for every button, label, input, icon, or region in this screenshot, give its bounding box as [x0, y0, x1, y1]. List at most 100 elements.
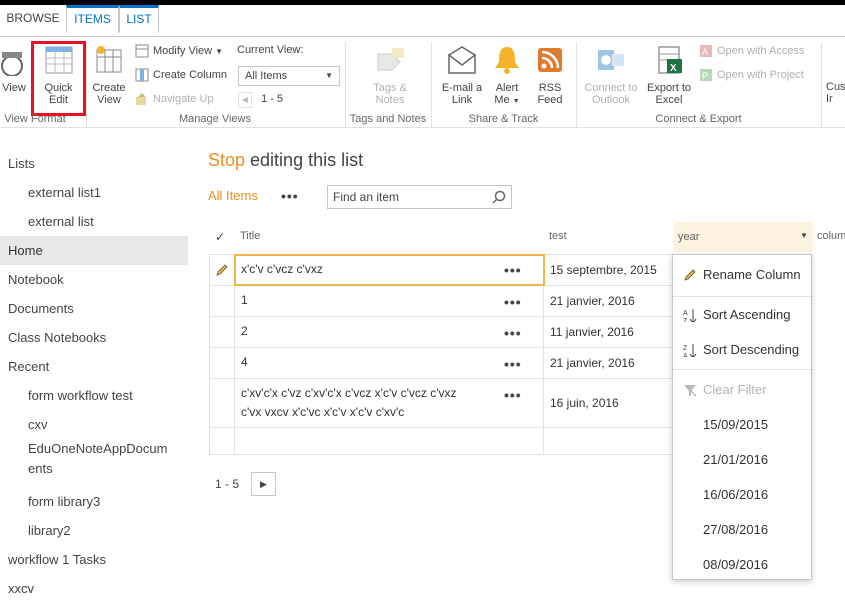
create-view-button[interactable]: Create View [89, 44, 129, 106]
open-access-label: Open with Access [717, 45, 805, 57]
nav-item-workflow-tasks[interactable]: workflow 1 Tasks [0, 545, 188, 574]
filter-value-item[interactable]: 08/09/2016 [673, 551, 811, 579]
nav-item-eduonenote-line1[interactable]: EduOneNoteAppDocum [0, 439, 188, 459]
grid-line [209, 427, 672, 428]
row-3-more-icon[interactable]: ••• [504, 325, 522, 341]
paging-prev-icon[interactable]: ◀ [238, 92, 252, 108]
row-4-more-icon[interactable]: ••• [504, 356, 522, 372]
nav-item-external-list[interactable]: external list [0, 207, 188, 236]
pencil-icon [684, 269, 696, 281]
menu-sort-descending[interactable]: ZA Sort Descending [673, 336, 811, 364]
page-title-rest: editing this list [245, 150, 364, 170]
nav-item-documents[interactable]: Documents [0, 294, 188, 323]
filter-value-item[interactable]: 27/08/2016 [673, 516, 811, 544]
nav-item-library2[interactable]: library2 [0, 516, 188, 545]
nav-item-cxv[interactable]: cxv [0, 410, 188, 439]
paging-next-icon[interactable]: ▶ [251, 472, 276, 496]
column-header-test[interactable]: test [549, 230, 567, 242]
edit-pencil-icon [216, 264, 228, 276]
row-4-test[interactable]: 21 janvier, 2016 [550, 356, 635, 370]
row-5-title-line2[interactable]: c'vx vxcv x'c'vc x'c'v x'c'v c'xv'c [241, 405, 491, 419]
menu-rename-column[interactable]: Rename Column [673, 261, 811, 289]
grid-line [209, 347, 672, 348]
quick-edit-button[interactable]: Quick Edit [36, 44, 81, 106]
tab-list[interactable]: LIST [119, 5, 159, 33]
row-1-more-icon[interactable]: ••• [504, 262, 522, 278]
group-separator [821, 42, 822, 127]
row-5-test[interactable]: 16 juin, 2016 [550, 396, 619, 410]
menu-clear-filter-label: Clear Filter [703, 382, 767, 397]
access-icon: A [700, 45, 712, 58]
row-1-title[interactable]: x'c'v c'vcz c'vxz [241, 262, 323, 276]
navigate-up-button[interactable]: Navigate Up [135, 89, 214, 109]
tab-browse[interactable]: BROWSE [0, 5, 66, 32]
row-3-title[interactable]: 2 [241, 324, 248, 338]
modify-view-button[interactable]: Modify View ▼ [135, 41, 223, 61]
current-view-value: All Items [245, 70, 288, 82]
row-4-title[interactable]: 4 [241, 355, 248, 369]
grid-line [209, 454, 672, 455]
quick-edit-label-2: Edit [49, 94, 68, 106]
current-view-select[interactable]: All Items ▼ [238, 66, 340, 86]
alert-me-button[interactable]: Alert Me ▼ [488, 44, 526, 108]
quick-edit-icon [45, 46, 72, 74]
export-excel-button[interactable]: X Export to Excel [644, 44, 694, 106]
menu-clear-filter[interactable]: Clear Filter [673, 376, 811, 404]
filter-value-item[interactable]: 16/06/2016 [673, 481, 811, 509]
select-all-check-icon[interactable]: ✓ [215, 230, 225, 244]
nav-item-home[interactable]: Home [0, 236, 188, 265]
tag-icon [377, 48, 404, 71]
svg-text:Z: Z [683, 345, 688, 352]
column-header-year[interactable]: year [678, 231, 699, 243]
nav-item-class-notebooks[interactable]: Class Notebooks [0, 323, 188, 352]
open-project-button[interactable]: P Open with Project [699, 65, 804, 85]
search-input[interactable]: Find an item [327, 185, 512, 209]
filter-value-item[interactable]: 21/01/2016 [673, 446, 811, 474]
view-format-group-label: View Format [4, 113, 66, 125]
nav-item-form-workflow-test[interactable]: form workflow test [0, 381, 188, 410]
svg-text:P: P [702, 71, 708, 81]
create-column-button[interactable]: Create Column [135, 65, 227, 85]
rss-label-2: Feed [537, 94, 563, 106]
connect-outlook-label-2: Outlook [592, 94, 630, 106]
column-header-title[interactable]: Title [240, 230, 260, 242]
nav-item-external-list1[interactable]: external list1 [0, 178, 188, 207]
view-more-icon[interactable]: ••• [281, 188, 299, 204]
svg-text:A: A [683, 353, 688, 357]
nav-item-eduonenote-line2[interactable]: ents [0, 459, 188, 479]
chevron-down-icon: ▼ [512, 98, 520, 105]
menu-sort-ascending[interactable]: AZ Sort Ascending [673, 301, 811, 329]
customize-button[interactable]: Cus Ir [826, 81, 845, 105]
filter-value-item[interactable]: 15/09/2015 [673, 411, 811, 439]
row-2-title[interactable]: 1 [241, 293, 248, 307]
envelope-icon [447, 46, 477, 74]
search-icon[interactable] [492, 190, 506, 204]
row-1-test[interactable]: 15 septembre, 2015 [550, 263, 657, 277]
view-button[interactable]: View [0, 44, 28, 94]
nav-item-form-library3[interactable]: form library3 [0, 487, 188, 516]
view-all-items-link[interactable]: All Items [208, 188, 258, 203]
customize-label-2: Ir [826, 93, 833, 105]
connect-outlook-button[interactable]: Connect to Outlook [580, 44, 642, 106]
nav-item-lists[interactable]: Lists [0, 149, 188, 178]
open-access-button[interactable]: A Open with Access [699, 41, 804, 61]
row-3-test[interactable]: 11 janvier, 2016 [550, 325, 634, 339]
modify-view-label: Modify View [153, 45, 213, 57]
row-2-more-icon[interactable]: ••• [504, 294, 522, 310]
export-excel-label-2: Excel [655, 94, 683, 106]
search-placeholder: Find an item [333, 190, 400, 204]
tags-notes-button[interactable]: Tags & Notes [358, 44, 422, 106]
alert-me-label-1: Alert [495, 82, 519, 94]
excel-icon: X [658, 46, 682, 74]
column-menu-chevron-icon[interactable]: ▼ [800, 231, 808, 240]
row-2-test[interactable]: 21 janvier, 2016 [550, 294, 635, 308]
column-header-colum[interactable]: colum [817, 230, 845, 242]
nav-item-notebook[interactable]: Notebook [0, 265, 188, 294]
row-5-title-line1[interactable]: c'xv'c'x c'vz c'xv'c'x c'vcz x'c'v c'vcz… [241, 386, 491, 400]
tab-items[interactable]: ITEMS [66, 5, 119, 33]
customize-label-1: Cus [826, 81, 845, 93]
rss-feed-button[interactable]: RSS Feed [532, 44, 568, 106]
stop-editing-link[interactable]: Stop [208, 150, 245, 170]
email-link-button[interactable]: E-mail a Link [440, 44, 484, 106]
row-5-more-icon[interactable]: ••• [504, 387, 522, 403]
